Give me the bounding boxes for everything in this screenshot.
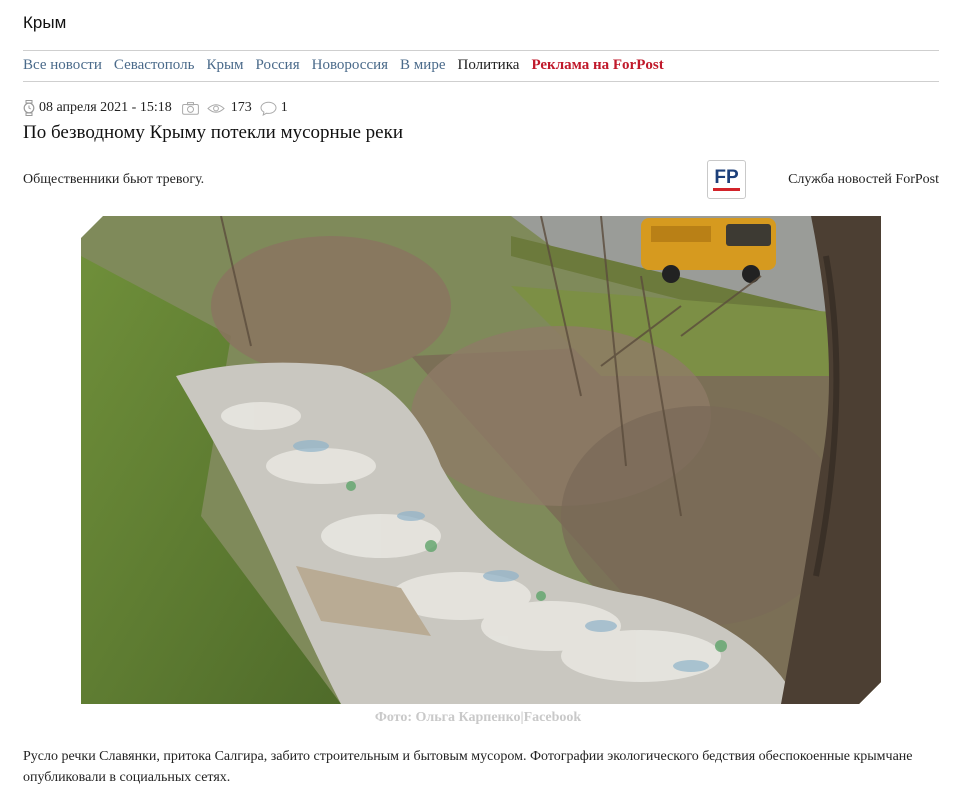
forpost-logo[interactable]: FP [707, 160, 746, 199]
nav-item-politics[interactable]: Политика [457, 57, 519, 74]
divider-bottom [23, 81, 939, 82]
nav-item-world[interactable]: В мире [400, 57, 445, 74]
divider-top [23, 50, 939, 51]
nav-item-all-news[interactable]: Все новости [23, 57, 102, 74]
section-title[interactable]: Крым [23, 13, 66, 33]
article-photo [81, 216, 881, 704]
photo-credit: Фото: Ольга Карпенко|Facebook [374, 710, 582, 725]
nav-bar: Все новости Севастополь Крым Россия Ново… [23, 57, 676, 74]
nav-item-advertising[interactable]: Реклама на ForPost [531, 57, 663, 74]
logo-text: FP [714, 167, 739, 188]
nav-item-sevastopol[interactable]: Севастополь [114, 57, 195, 74]
nav-item-russia[interactable]: Россия [256, 57, 300, 74]
article-headline: По безводному Крыму потекли мусорные рек… [23, 122, 403, 143]
comments-count[interactable]: 1 [281, 100, 288, 116]
eye-icon [206, 103, 225, 114]
camera-icon [181, 101, 199, 115]
nav-item-crimea[interactable]: Крым [206, 57, 243, 74]
article-date: 08 апреля 2021 - 15:18 [39, 100, 172, 115]
article-body: Русло речки Славянки, притока Салгира, з… [23, 749, 913, 785]
article-lead: Общественники бьют тревогу. [23, 172, 205, 187]
article-author[interactable]: Служба новостей ForPost [788, 172, 939, 188]
article-meta: 08 апреля 2021 - 15:18 173 1 [23, 100, 288, 116]
comment-icon [260, 101, 277, 116]
clock-icon [23, 100, 35, 116]
nav-item-novorossia[interactable]: Новороссия [312, 57, 388, 74]
views-count: 173 [230, 100, 252, 115]
